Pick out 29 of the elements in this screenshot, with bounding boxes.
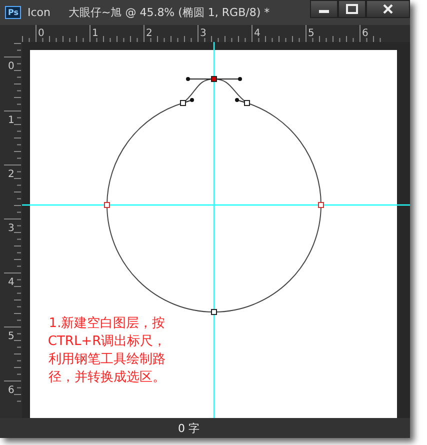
annotation-text: 1.新建空白图层，按CTRL+R调出标尺，利用钢笔工具绘制路径，并转换成选区。 [46,315,168,387]
ruler-label: 4 [8,277,14,288]
ruler-label: 4 [254,28,260,39]
ruler-label: 2 [8,169,14,180]
vertical-guide[interactable] [213,42,215,418]
ruler-label: 5 [8,331,14,342]
status-text: 0 字 [178,420,200,436]
app-icon: Ps [5,6,22,19]
anchor-point[interactable] [180,100,186,106]
anchor-point[interactable] [211,309,217,315]
minimize-button[interactable] [310,0,338,18]
ruler-label: 1 [8,115,14,126]
anchor-point[interactable] [244,100,250,106]
ruler-label: 3 [8,223,14,234]
close-button[interactable] [366,0,410,18]
maximize-icon [345,4,359,14]
ruler-label: 2 [146,28,152,39]
ruler-label: 0 [38,28,44,39]
ruler-label: 3 [200,28,206,39]
app-name: Icon [27,6,50,19]
ruler-label: 6 [362,28,368,39]
window-title: 大眼仔~旭 @ 45.8% (椭圆 1, RGB/8) * [68,5,270,20]
ruler-label: 1 [92,28,98,39]
ruler-label: 6 [8,385,14,396]
maximize-button[interactable] [338,0,366,18]
close-icon [381,4,395,14]
ruler-label: 5 [308,28,314,39]
ruler-label: 0 [8,61,14,72]
horizontal-guide[interactable] [22,204,410,206]
